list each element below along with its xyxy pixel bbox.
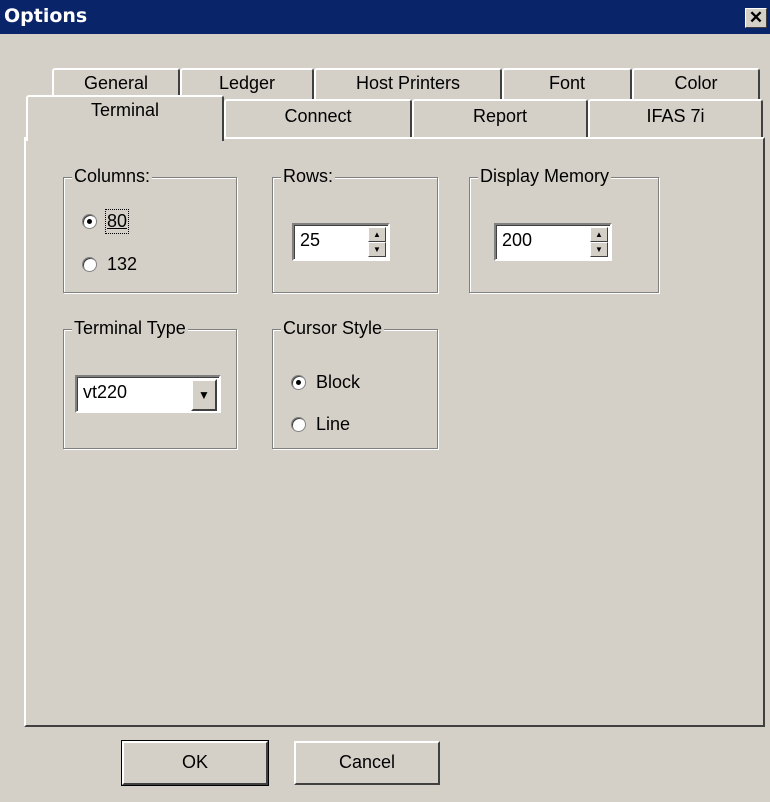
tab-ifas-7i[interactable]: IFAS 7i — [588, 99, 763, 137]
cursor-block-label: Block — [316, 372, 361, 392]
radio-columns-80[interactable] — [82, 214, 97, 229]
tab-panel-terminal: Columns: 80 132 Rows: 25 ▲ ▼ Display Mem… — [24, 137, 765, 727]
spin-up-icon[interactable]: ▲ — [368, 227, 386, 242]
terminal-type-value: vt220 — [83, 382, 128, 402]
columns-group: Columns: 80 132 — [63, 166, 237, 293]
terminal-type-label: Terminal Type — [72, 318, 188, 339]
cursor-style-group: Cursor Style Block Line — [272, 318, 438, 449]
rows-label: Rows: — [281, 166, 336, 187]
terminal-type-group: Terminal Type vt220 ▼ — [63, 318, 237, 449]
spin-down-icon[interactable]: ▼ — [590, 242, 608, 257]
tab-report[interactable]: Report — [412, 99, 588, 137]
cursor-line-label: Line — [316, 414, 351, 434]
cursor-block-option[interactable]: Block — [291, 372, 360, 393]
terminal-type-dropdown[interactable]: vt220 ▼ — [75, 375, 221, 413]
rows-spinbox[interactable]: 25 ▲ ▼ — [292, 223, 390, 261]
columns-132-option[interactable]: 132 — [82, 254, 137, 275]
display-memory-spinbox[interactable]: 200 ▲ ▼ — [494, 223, 612, 261]
radio-cursor-line[interactable] — [291, 417, 306, 432]
tab-host-printers[interactable]: Host Printers — [314, 68, 502, 100]
close-button[interactable]: ✕ — [745, 8, 767, 28]
columns-132-label: 132 — [107, 254, 138, 274]
tab-connect[interactable]: Connect — [224, 99, 412, 137]
close-icon: ✕ — [748, 8, 764, 27]
columns-80-label: 80 — [107, 211, 128, 231]
spin-down-icon[interactable]: ▼ — [368, 242, 386, 257]
cursor-style-label: Cursor Style — [281, 318, 385, 339]
columns-80-option[interactable]: 80 — [82, 209, 130, 234]
tab-color[interactable]: Color — [632, 68, 760, 100]
rows-group: Rows: 25 ▲ ▼ — [272, 166, 438, 293]
cursor-line-option[interactable]: Line — [291, 414, 350, 435]
window-title: Options — [4, 5, 88, 27]
radio-columns-132[interactable] — [82, 257, 97, 272]
display-memory-group: Display Memory 200 ▲ ▼ — [469, 166, 659, 293]
display-memory-label: Display Memory — [478, 166, 612, 187]
rows-value: 25 — [300, 230, 321, 250]
display-memory-value: 200 — [502, 230, 533, 250]
tab-font[interactable]: Font — [502, 68, 632, 100]
ok-button[interactable]: OK — [121, 740, 269, 786]
spin-up-icon[interactable]: ▲ — [590, 227, 608, 242]
chevron-down-icon[interactable]: ▼ — [191, 379, 217, 411]
cancel-button[interactable]: Cancel — [294, 741, 440, 785]
columns-label: Columns: — [72, 166, 153, 187]
radio-cursor-block[interactable] — [291, 375, 306, 390]
tab-terminal[interactable]: Terminal — [26, 95, 224, 141]
title-bar: Options ✕ — [0, 0, 770, 34]
